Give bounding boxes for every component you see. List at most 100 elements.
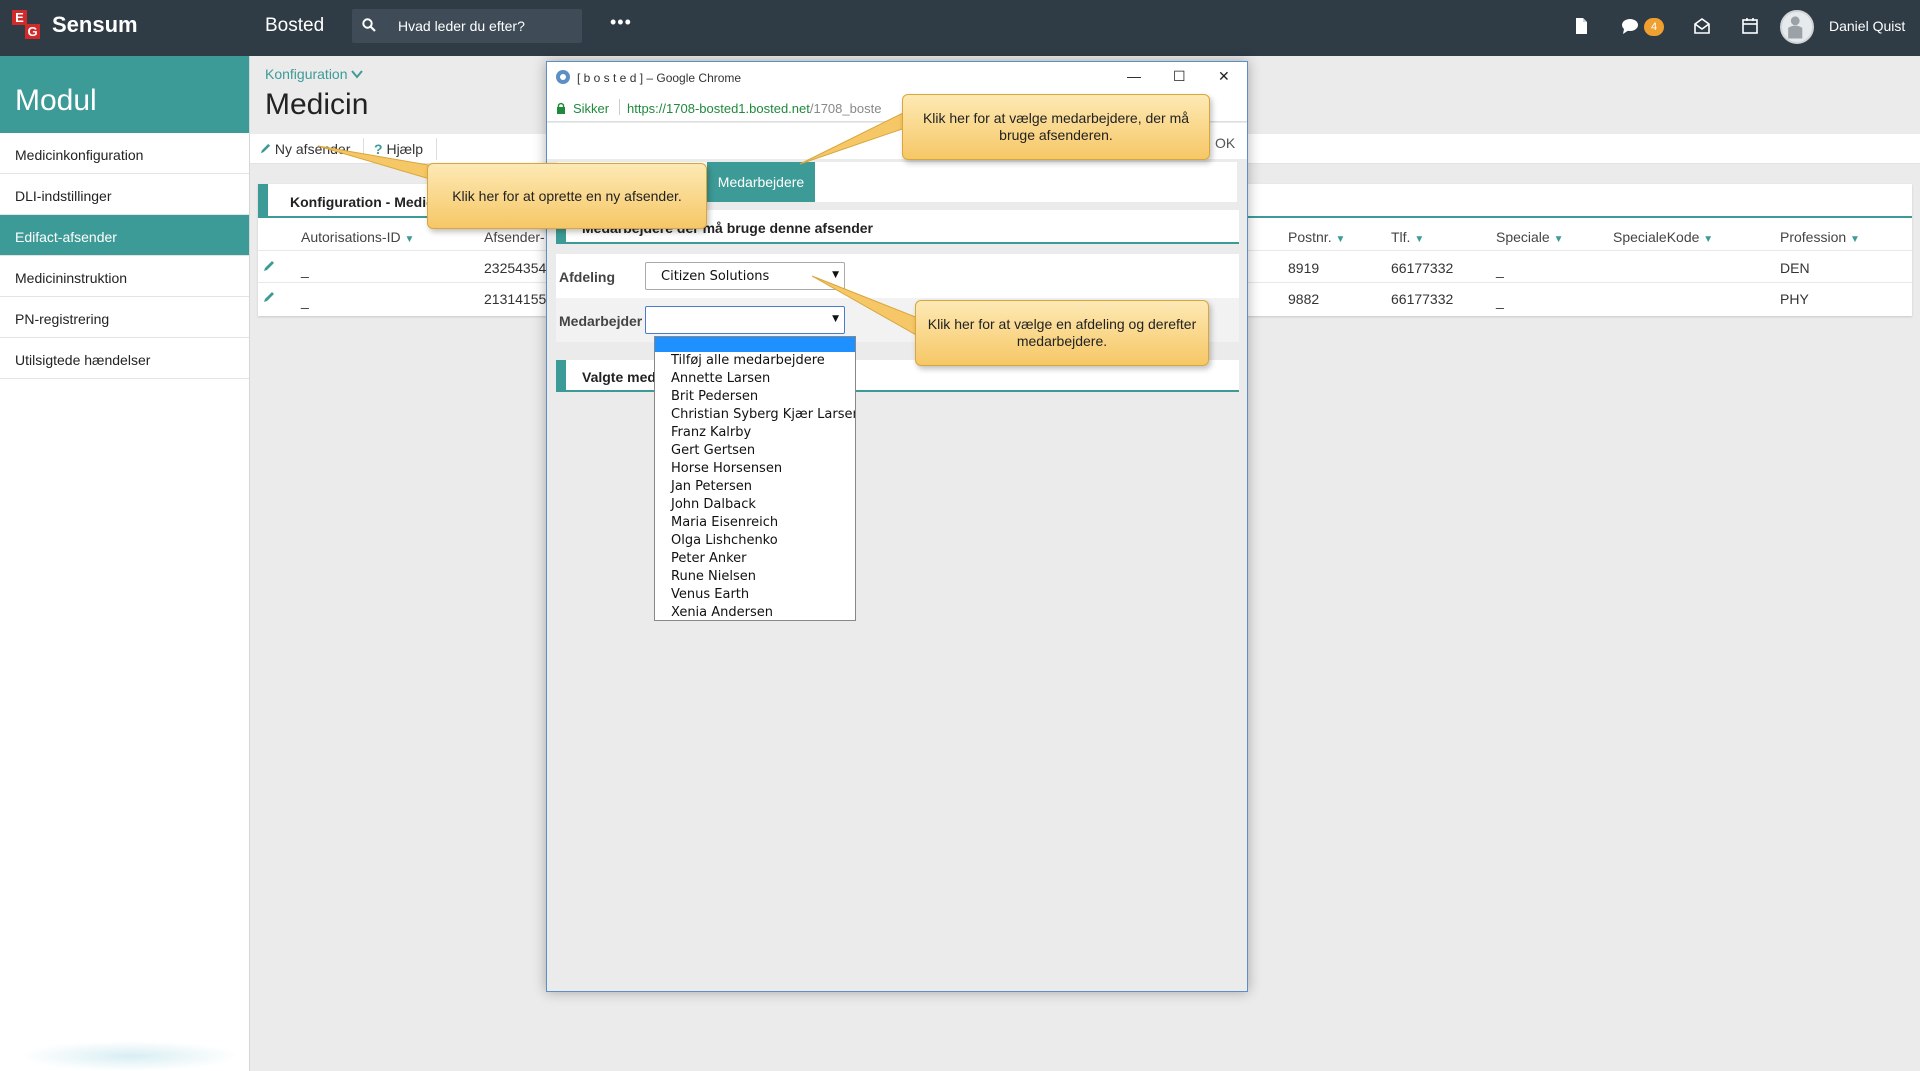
top-bar: E G Sensum Bosted ••• 4 Daniel Quist: [0, 0, 1920, 56]
search-box[interactable]: [352, 9, 582, 43]
dropdown-option-highlighted[interactable]: [655, 337, 855, 352]
column-header-tlf[interactable]: Tlf. ▼: [1391, 229, 1424, 245]
sidebar-item-pn-registrering[interactable]: PN-registrering: [0, 297, 249, 338]
selected-employees-title: Valgte meda: [582, 369, 664, 385]
column-header-afsender[interactable]: Afsender-: [484, 229, 545, 245]
cell-tlf: 66177332: [1391, 291, 1454, 307]
column-header-label: Postnr.: [1288, 229, 1332, 245]
dropdown-option[interactable]: Tilføj alle medarbejdere: [655, 352, 855, 370]
dropdown-option[interactable]: Christian Syberg Kjær Larsen: [655, 406, 855, 424]
afdeling-label: Afdeling: [559, 269, 615, 285]
column-header-speciale[interactable]: Speciale ▼: [1496, 229, 1564, 245]
url-main: https://1708-bosted1.bosted.net: [627, 101, 810, 116]
lock-icon: [557, 102, 565, 114]
breadcrumb[interactable]: Konfiguration: [265, 66, 364, 82]
cell-autorisation: _: [301, 262, 309, 278]
help-button[interactable]: ? Hjælp: [374, 141, 423, 157]
column-header-label: Afsender-: [484, 229, 545, 245]
cell-afsender: 23254354: [484, 260, 547, 276]
new-sender-label: Ny afsender: [274, 141, 351, 157]
dropdown-option[interactable]: Annette Larsen: [655, 370, 855, 388]
section-title[interactable]: Bosted: [265, 15, 324, 37]
dropdown-option[interactable]: Horse Horsensen: [655, 460, 855, 478]
cell-tlf: 66177332: [1391, 260, 1454, 276]
brand-name: Sensum: [52, 12, 138, 37]
cell-speciale: _: [1496, 293, 1504, 309]
callout-choose-employees: Klik her for at vælge medarbejdere, der …: [902, 94, 1210, 160]
tab-medarbejdere[interactable]: Medarbejdere: [707, 162, 815, 202]
panel-title: Konfiguration - Medici: [290, 194, 438, 210]
callout-new-sender: Klik her for at oprette en ny afsender.: [427, 163, 707, 229]
sidebar-item-medicininstruktion[interactable]: Medicininstruktion: [0, 256, 249, 297]
search-input[interactable]: [398, 9, 578, 43]
medarbejder-label: Medarbejder: [559, 313, 643, 329]
medarbejder-dropdown-list[interactable]: Tilføj alle medarbejdere Annette Larsen …: [654, 336, 856, 621]
user-name[interactable]: Daniel Quist: [1829, 18, 1905, 34]
chrome-app-icon: [556, 70, 570, 84]
edit-row-icon[interactable]: [263, 260, 275, 272]
pencil-icon: [260, 143, 271, 154]
column-header-label: Tlf.: [1391, 229, 1411, 245]
sidebar: Modul Medicinkonfiguration DLI-indstilli…: [0, 56, 250, 1071]
url-text[interactable]: https://1708-bosted1.bosted.net/1708_bos…: [627, 101, 927, 116]
page-title: Medicin: [265, 88, 369, 121]
column-header-autorisations-id[interactable]: Autorisations-ID ▼: [301, 229, 414, 245]
dropdown-option[interactable]: John Dalback: [655, 496, 855, 514]
sidebar-item-medicinkonfiguration[interactable]: Medicinkonfiguration: [0, 133, 249, 174]
dropdown-option[interactable]: Maria Eisenreich: [655, 514, 855, 532]
envelope-icon[interactable]: [1693, 17, 1711, 35]
chevron-down-icon: [351, 70, 364, 79]
help-label: Hjælp: [386, 141, 424, 157]
dropdown-option[interactable]: Venus Earth: [655, 586, 855, 604]
sort-caret-icon: ▼: [1553, 234, 1564, 245]
medarbejder-select[interactable]: ▼: [645, 306, 845, 334]
dropdown-option[interactable]: Brit Pedersen: [655, 388, 855, 406]
logo-letter-g: G: [25, 24, 40, 39]
popup-title: [ b o s t e d ] – Google Chrome: [577, 71, 742, 85]
sidebar-item-utilsigtede-haendelser[interactable]: Utilsigtede hændelser: [0, 338, 249, 379]
dropdown-option[interactable]: Jan Petersen: [655, 478, 855, 496]
dropdown-option[interactable]: Rune Nielsen: [655, 568, 855, 586]
column-header-specialekode[interactable]: SpecialeKode ▼: [1613, 229, 1713, 245]
cell-afsender: 21314155: [484, 291, 547, 307]
sidebar-item-dli-indstillinger[interactable]: DLI-indstillinger: [0, 174, 249, 215]
sidebar-heading: Modul: [0, 56, 249, 133]
avatar[interactable]: [1780, 10, 1814, 44]
dropdown-option[interactable]: Xenia Andersen: [655, 604, 855, 622]
sidebar-glow: [20, 1041, 240, 1071]
column-header-postnr[interactable]: Postnr. ▼: [1288, 229, 1345, 245]
dropdown-option[interactable]: Peter Anker: [655, 550, 855, 568]
column-header-profession[interactable]: Profession ▼: [1780, 229, 1860, 245]
cell-profession: DEN: [1780, 260, 1810, 276]
notification-badge: 4: [1644, 18, 1664, 36]
afdeling-select[interactable]: Citizen Solutions ▼: [645, 262, 845, 290]
dropdown-option[interactable]: Olga Lishchenko: [655, 532, 855, 550]
logo-letter-e: E: [12, 10, 27, 25]
sort-caret-icon: ▼: [1335, 234, 1346, 245]
more-menu-button[interactable]: •••: [610, 12, 632, 33]
url-divider: [619, 99, 620, 115]
dropdown-option[interactable]: Franz Kalrby: [655, 424, 855, 442]
dropdown-arrow-icon: ▼: [832, 314, 839, 324]
sort-caret-icon: ▼: [1414, 234, 1425, 245]
chat-icon[interactable]: [1621, 17, 1639, 35]
sort-caret-icon: ▼: [1703, 234, 1714, 245]
edit-row-icon[interactable]: [263, 291, 275, 303]
calendar-icon[interactable]: [1741, 17, 1759, 35]
document-icon[interactable]: [1572, 17, 1590, 35]
breadcrumb-label: Konfiguration: [265, 66, 348, 82]
new-sender-button[interactable]: Ny afsender: [260, 141, 350, 157]
sidebar-item-edifact-afsender[interactable]: Edifact-afsender: [0, 215, 249, 256]
dropdown-option[interactable]: Gert Gertsen: [655, 442, 855, 460]
popup-titlebar[interactable]: [ b o s t e d ] – Google Chrome — ☐ ✕: [547, 62, 1247, 92]
minimize-button[interactable]: —: [1127, 68, 1141, 84]
cell-autorisation: _: [301, 293, 309, 309]
toolbar-divider: [363, 138, 364, 160]
close-button[interactable]: ✕: [1218, 68, 1230, 85]
column-header-label: Profession: [1780, 229, 1847, 245]
question-icon: ?: [374, 141, 383, 157]
maximize-button[interactable]: ☐: [1173, 68, 1186, 85]
search-icon: [362, 18, 376, 32]
eg-logo[interactable]: E G: [12, 10, 42, 40]
ok-button[interactable]: OK: [1215, 135, 1235, 151]
